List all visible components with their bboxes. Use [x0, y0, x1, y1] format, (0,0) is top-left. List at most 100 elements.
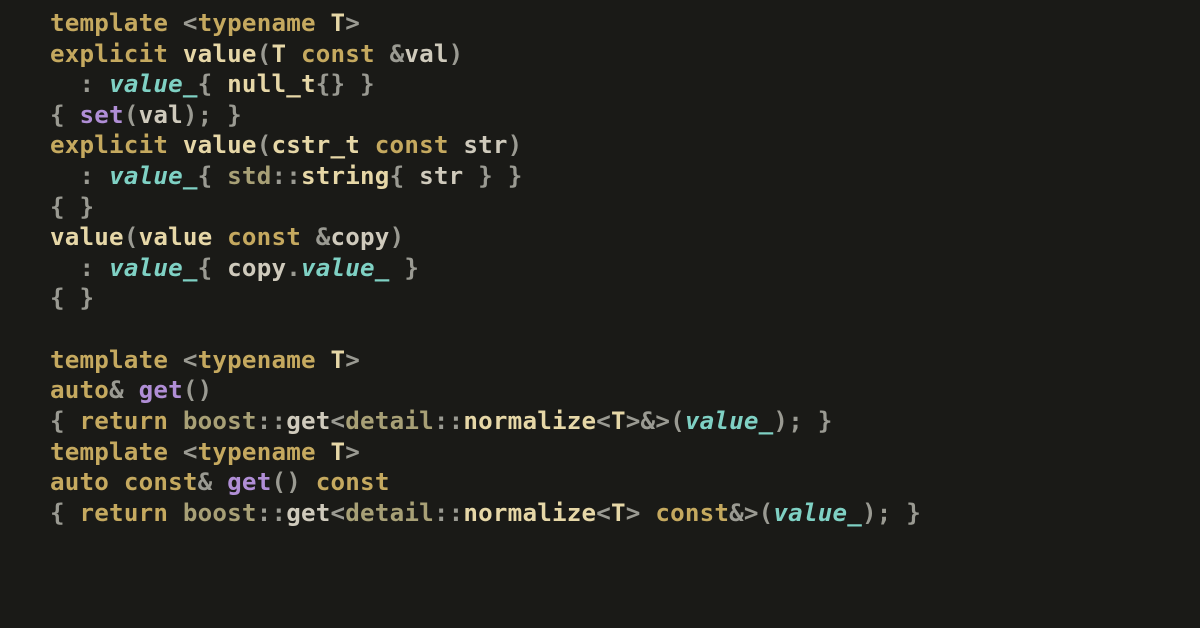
code-token: { — [198, 162, 228, 190]
code-token: < — [596, 407, 611, 435]
code-token: { — [198, 254, 228, 282]
code-token: T — [271, 40, 286, 68]
code-token: { — [50, 407, 80, 435]
code-token: } } — [463, 162, 522, 190]
code-token — [316, 9, 331, 37]
code-token — [168, 407, 183, 435]
code-token: return — [80, 407, 169, 435]
code-token: typename — [198, 438, 316, 466]
code-token: ) — [508, 131, 523, 159]
code-token — [212, 223, 227, 251]
code-token: < — [331, 407, 346, 435]
code-token: () — [271, 468, 301, 496]
code-token: typename — [198, 9, 316, 37]
code-token: get — [286, 499, 330, 527]
code-token: value_ — [109, 162, 198, 190]
code-token — [168, 40, 183, 68]
code-token — [301, 223, 316, 251]
code-token: copy — [227, 254, 286, 282]
code-token: const — [124, 468, 198, 496]
code-token: ; } — [788, 407, 832, 435]
code-token: > — [345, 438, 360, 466]
code-token: :: — [257, 499, 287, 527]
code-token: > — [345, 9, 360, 37]
code-token: value — [183, 40, 257, 68]
code-token: } — [390, 254, 420, 282]
code-token: ( — [257, 131, 272, 159]
code-token: cstr_t — [271, 131, 360, 159]
code-token: boost — [183, 407, 257, 435]
code-token: ; } — [877, 499, 921, 527]
code-token: set — [80, 101, 124, 129]
code-token: auto — [50, 376, 109, 404]
code-token — [375, 40, 390, 68]
code-token: template — [50, 438, 168, 466]
code-token — [286, 40, 301, 68]
code-token: const — [227, 223, 301, 251]
code-token: T — [611, 407, 626, 435]
code-token: const — [375, 131, 449, 159]
code-token: < — [183, 9, 198, 37]
code-token: & — [109, 376, 139, 404]
code-token: > — [345, 346, 360, 374]
code-token: :: — [271, 162, 301, 190]
code-token — [316, 346, 331, 374]
code-token: >( — [744, 499, 774, 527]
code-token: & — [641, 407, 656, 435]
code-token: ( — [124, 101, 139, 129]
code-token: & — [390, 40, 405, 68]
code-token: & — [729, 499, 744, 527]
code-token: > — [626, 499, 641, 527]
code-token — [168, 346, 183, 374]
code-token — [316, 438, 331, 466]
code-token: < — [183, 346, 198, 374]
code-token: value — [139, 223, 213, 251]
code-token: value_ — [109, 70, 198, 98]
code-token: : — [50, 254, 109, 282]
code-token: str — [419, 162, 463, 190]
code-token: value_ — [685, 407, 774, 435]
code-token: str — [463, 131, 507, 159]
code-token: normalize — [463, 407, 596, 435]
code-token: . — [286, 254, 301, 282]
code-token: :: — [257, 407, 287, 435]
code-token: val — [404, 40, 448, 68]
code-token: explicit — [50, 40, 168, 68]
code-token: > — [626, 407, 641, 435]
code-token: boost — [183, 499, 257, 527]
code-token: T — [331, 346, 346, 374]
code-token: get — [139, 376, 183, 404]
code-token: ) — [449, 40, 464, 68]
code-token: ; } — [198, 101, 242, 129]
code-token: copy — [331, 223, 390, 251]
code-token — [641, 499, 656, 527]
code-token: ( — [124, 223, 139, 251]
code-token: return — [80, 499, 169, 527]
code-token — [449, 131, 464, 159]
code-token: { } — [50, 193, 94, 221]
code-token: < — [596, 499, 611, 527]
code-token: value_ — [109, 254, 198, 282]
code-token: : — [50, 70, 109, 98]
code-token — [301, 468, 316, 496]
code-token: null_t — [227, 70, 316, 98]
code-token: { — [390, 162, 420, 190]
code-token: {} } — [316, 70, 375, 98]
code-token: { } — [50, 284, 94, 312]
code-token: typename — [198, 346, 316, 374]
code-token: () — [183, 376, 213, 404]
code-token: { — [50, 101, 80, 129]
code-token: ) — [390, 223, 405, 251]
code-token: string — [301, 162, 390, 190]
code-token: & — [198, 468, 228, 496]
code-token: get — [286, 407, 330, 435]
code-block: template <typename T> explicit value(T c… — [0, 0, 1200, 528]
code-token: value_ — [773, 499, 862, 527]
code-token — [168, 131, 183, 159]
code-token — [360, 131, 375, 159]
code-token: :: — [434, 499, 464, 527]
code-token: const — [316, 468, 390, 496]
code-token — [168, 499, 183, 527]
code-token: & — [316, 223, 331, 251]
code-token: ) — [862, 499, 877, 527]
